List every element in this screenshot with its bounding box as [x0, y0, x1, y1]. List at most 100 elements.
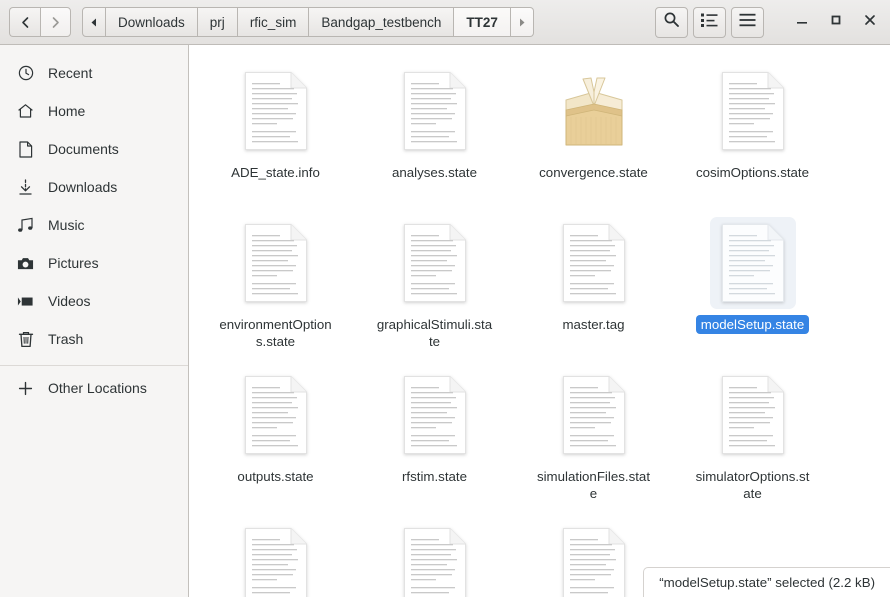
file-icon-wrap: [551, 65, 637, 157]
file-label: convergence.state: [539, 165, 648, 180]
sidebar-item-label: Documents: [48, 141, 119, 157]
sidebar-item-downloads[interactable]: Downloads: [0, 168, 188, 206]
file-label: graphicalStimuli.state: [376, 317, 493, 349]
breadcrumb-item-2[interactable]: rfic_sim: [237, 7, 310, 37]
text-file-icon: [403, 376, 466, 454]
file-item[interactable]: graphicalStimuli.state: [355, 207, 514, 359]
file-item[interactable]: convergence.state: [514, 55, 673, 207]
main-menu-button[interactable]: [731, 6, 764, 38]
text-file-icon: [562, 224, 625, 302]
file-item[interactable]: [355, 511, 514, 597]
text-file-icon: [562, 528, 625, 597]
document-icon: [17, 140, 34, 158]
breadcrumb: Downloads prj rfic_sim Bandgap_testbench…: [82, 7, 534, 37]
camera-icon: [17, 256, 34, 271]
file-view[interactable]: ADE_state.info analyses.state convergenc…: [189, 45, 890, 597]
sidebar-item-other-locations[interactable]: Other Locations: [0, 369, 188, 407]
file-icon-wrap: [551, 369, 637, 461]
breadcrumb-item-4[interactable]: TT27: [454, 7, 511, 37]
minimize-icon: [795, 13, 809, 32]
path-scroll-right-button[interactable]: [510, 7, 534, 37]
sidebar-item-videos[interactable]: Videos: [0, 282, 188, 320]
file-label: rfstim.state: [401, 469, 468, 484]
file-label: cosimOptions.state: [695, 165, 810, 180]
view-options-button[interactable]: [693, 6, 726, 38]
file-icon-wrap: [233, 369, 319, 461]
file-label: analyses.state: [391, 165, 477, 180]
file-icon-wrap: [233, 65, 319, 157]
file-item[interactable]: simulatorOptions.state: [673, 359, 832, 511]
file-item[interactable]: analyses.state: [355, 55, 514, 207]
file-label: environmentOptions.state: [219, 317, 332, 349]
video-icon: [17, 295, 34, 308]
hamburger-menu-icon: [739, 13, 756, 32]
file-label: ADE_state.info: [231, 165, 320, 180]
sidebar-item-label: Recent: [48, 65, 93, 81]
file-item[interactable]: rfstim.state: [355, 359, 514, 511]
file-icon-wrap: [392, 369, 478, 461]
breadcrumb-item-0[interactable]: Downloads: [106, 7, 198, 37]
maximize-button[interactable]: [825, 11, 847, 33]
triangle-right-icon: [518, 15, 526, 30]
file-item[interactable]: [196, 511, 355, 597]
file-item[interactable]: ADE_state.info: [196, 55, 355, 207]
plus-icon: [17, 381, 34, 396]
file-icon-wrap: [551, 521, 637, 597]
sidebar-item-recent[interactable]: Recent: [0, 54, 188, 92]
chevron-left-icon: [19, 16, 32, 29]
text-file-icon: [562, 376, 625, 454]
file-icon-wrap: [392, 65, 478, 157]
sidebar-item-music[interactable]: Music: [0, 206, 188, 244]
icon-grid: ADE_state.info analyses.state convergenc…: [189, 45, 890, 597]
text-file-icon: [403, 224, 466, 302]
close-button[interactable]: [859, 11, 881, 33]
text-file-icon: [244, 376, 307, 454]
sidebar-item-label: Videos: [48, 293, 91, 309]
file-item[interactable]: cosimOptions.state: [673, 55, 832, 207]
file-icon-wrap: [709, 217, 796, 309]
file-icon-wrap: [710, 65, 796, 157]
header-bar: Downloads prj rfic_sim Bandgap_testbench…: [0, 0, 890, 45]
file-item[interactable]: environmentOptions.state: [196, 207, 355, 359]
sidebar: Recent Home Documents Downloads Music Pi…: [0, 45, 189, 597]
window-body: Recent Home Documents Downloads Music Pi…: [0, 45, 890, 597]
sidebar-item-documents[interactable]: Documents: [0, 130, 188, 168]
forward-button[interactable]: [40, 7, 71, 37]
list-view-icon: [701, 13, 718, 32]
sidebar-divider: [0, 365, 188, 366]
text-file-icon: [403, 528, 466, 597]
file-label: master.tag: [562, 317, 625, 332]
header-actions: [655, 6, 764, 38]
sidebar-item-trash[interactable]: Trash: [0, 320, 188, 358]
search-icon: [663, 11, 680, 33]
file-item[interactable]: master.tag: [514, 207, 673, 359]
music-note-icon: [17, 217, 34, 233]
sidebar-item-label: Downloads: [48, 179, 118, 195]
files-window: Downloads prj rfic_sim Bandgap_testbench…: [0, 0, 890, 597]
sidebar-item-label: Trash: [48, 331, 84, 347]
file-item-selected[interactable]: modelSetup.state: [673, 207, 832, 359]
breadcrumb-item-3[interactable]: Bandgap_testbench: [309, 7, 455, 37]
file-icon-wrap: [710, 369, 796, 461]
file-icon-wrap: [551, 217, 637, 309]
status-text: “modelSetup.state” selected (2.2 kB): [659, 575, 875, 590]
window-controls: [783, 11, 881, 33]
download-icon: [17, 178, 34, 196]
minimize-button[interactable]: [791, 11, 813, 33]
text-file-icon: [403, 72, 466, 150]
file-icon-wrap: [392, 521, 478, 597]
file-item[interactable]: simulationFiles.state: [514, 359, 673, 511]
navigation-buttons: [9, 7, 71, 37]
clock-icon: [17, 65, 34, 81]
back-button[interactable]: [9, 7, 40, 37]
path-scroll-left-button[interactable]: [82, 7, 106, 37]
status-bar: “modelSetup.state” selected (2.2 kB): [643, 567, 890, 597]
archive-box-icon: [553, 72, 635, 150]
breadcrumb-item-1[interactable]: prj: [197, 7, 238, 37]
search-button[interactable]: [655, 6, 688, 38]
text-file-icon: [244, 528, 307, 597]
sidebar-item-pictures[interactable]: Pictures: [0, 244, 188, 282]
sidebar-item-label: Other Locations: [48, 380, 147, 396]
sidebar-item-home[interactable]: Home: [0, 92, 188, 130]
file-item[interactable]: outputs.state: [196, 359, 355, 511]
